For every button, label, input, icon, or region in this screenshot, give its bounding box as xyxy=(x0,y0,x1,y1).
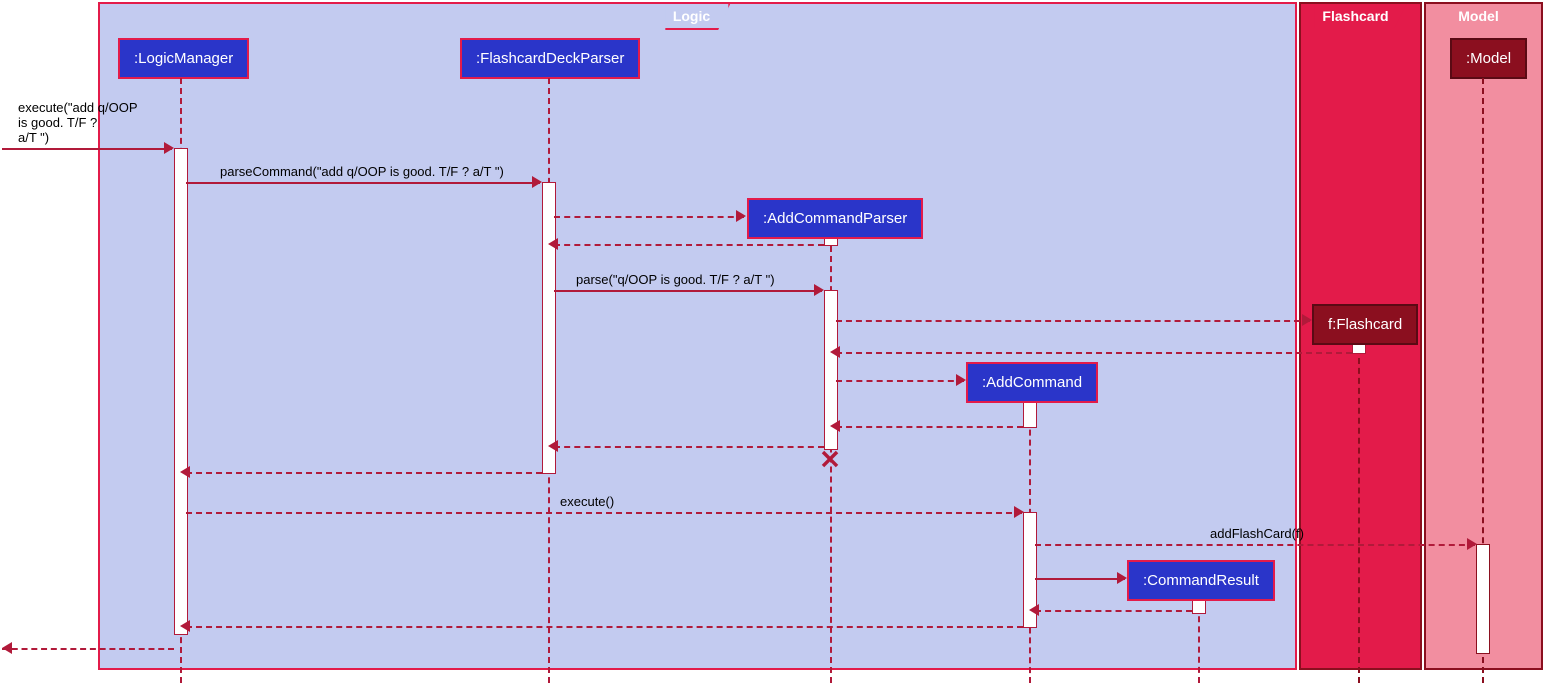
arrowhead-parsecommand xyxy=(532,176,542,188)
arrow-parse xyxy=(554,290,822,292)
arrowhead-return-flashcard xyxy=(830,346,840,358)
frame-model-label: Model xyxy=(1450,4,1516,28)
activation-model xyxy=(1476,544,1490,654)
participant-logicmanager: :LogicManager xyxy=(118,38,249,79)
msg-parse: parse("q/OOP is good. T/F ? a/T ") xyxy=(576,272,775,287)
arrowhead-return-commandresult xyxy=(1029,604,1039,616)
arrow-create-flashcard xyxy=(836,320,1310,322)
arrowhead-execute xyxy=(1014,506,1024,518)
arrow-return-addcommandparser xyxy=(554,244,824,246)
arrowhead-return-addcommand-create xyxy=(830,420,840,432)
arrow-parsecommand xyxy=(186,182,540,184)
arrow-return-commandresult xyxy=(1035,610,1192,612)
arrow-return-out xyxy=(2,648,174,650)
arrowhead-create-commandresult xyxy=(1117,572,1127,584)
arrowhead-return-parsecommand xyxy=(180,466,190,478)
arrowhead-return-out xyxy=(2,642,12,654)
arrowhead-return-addcommandparser xyxy=(548,238,558,250)
participant-flashcarddeckparser: :FlashcardDeckParser xyxy=(460,38,640,79)
arrowhead-create-flashcard xyxy=(1302,314,1312,326)
arrowhead-execute-in xyxy=(164,142,174,154)
frame-logic: Logic xyxy=(98,2,1297,670)
participant-addcommand: :AddCommand xyxy=(966,362,1098,403)
arrowhead-return-parse xyxy=(548,440,558,452)
arrow-return-execute xyxy=(186,626,1023,628)
arrow-return-parsecommand xyxy=(186,472,542,474)
arrowhead-return-execute xyxy=(180,620,190,632)
msg-addflashcard: addFlashCard(f) xyxy=(1210,526,1304,541)
arrow-execute-in xyxy=(2,148,172,150)
arrow-create-addcommand xyxy=(836,380,964,382)
msg-execute: execute() xyxy=(560,494,614,509)
arrow-return-flashcard xyxy=(836,352,1352,354)
arrowhead-create-addcommand xyxy=(956,374,966,386)
lifeline-flashcard xyxy=(1358,338,1360,683)
arrowhead-addflashcard xyxy=(1467,538,1477,550)
frame-logic-label: Logic xyxy=(665,4,730,30)
arrow-return-parse xyxy=(554,446,824,448)
arrow-create-addcommandparser xyxy=(554,216,744,218)
arrow-addflashcard xyxy=(1035,544,1475,546)
destroy-addcommandparser: ✕ xyxy=(819,445,841,476)
participant-flashcard: f:Flashcard xyxy=(1312,304,1418,345)
msg-parsecommand: parseCommand("add q/OOP is good. T/F ? a… xyxy=(220,164,504,179)
participant-commandresult: :CommandResult xyxy=(1127,560,1275,601)
activation-flashcarddeckparser xyxy=(542,182,556,474)
participant-model: :Model xyxy=(1450,38,1527,79)
frame-flashcard-label: Flashcard xyxy=(1314,4,1406,28)
participant-addcommandparser: :AddCommandParser xyxy=(747,198,923,239)
arrowhead-create-addcommandparser xyxy=(736,210,746,222)
arrow-return-addcommand-create xyxy=(836,426,1023,428)
arrow-create-commandresult xyxy=(1035,578,1125,580)
msg-execute-in: execute("add q/OOP is good. T/F ? a/T ") xyxy=(18,100,138,145)
arrow-execute xyxy=(186,512,1022,514)
activation-logicmanager xyxy=(174,148,188,635)
arrowhead-parse xyxy=(814,284,824,296)
